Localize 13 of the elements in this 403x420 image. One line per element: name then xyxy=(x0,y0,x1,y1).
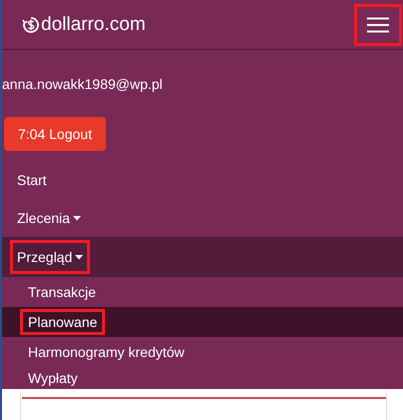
menu-button[interactable] xyxy=(354,4,402,46)
submenu-item[interactable]: Harmonogramy kredytów xyxy=(20,339,192,365)
submenu-item[interactable]: Wypłaty xyxy=(20,367,86,389)
dollar-coin-icon xyxy=(22,16,40,34)
nav-item[interactable]: Przegląd xyxy=(10,240,90,274)
nav-item[interactable]: Start xyxy=(10,163,54,197)
brand-name[interactable]: dollarro.com xyxy=(41,14,146,36)
user-email: anna.nowakk1989@wp.pl xyxy=(2,76,163,92)
submenu-item[interactable]: Transakcje xyxy=(20,279,104,305)
menu-icon xyxy=(367,16,389,32)
logout-button[interactable]: 7:04 Logout xyxy=(4,117,106,151)
submenu-item[interactable]: Planowane xyxy=(20,309,106,335)
nav-item[interactable]: Zlecenia xyxy=(10,201,88,235)
